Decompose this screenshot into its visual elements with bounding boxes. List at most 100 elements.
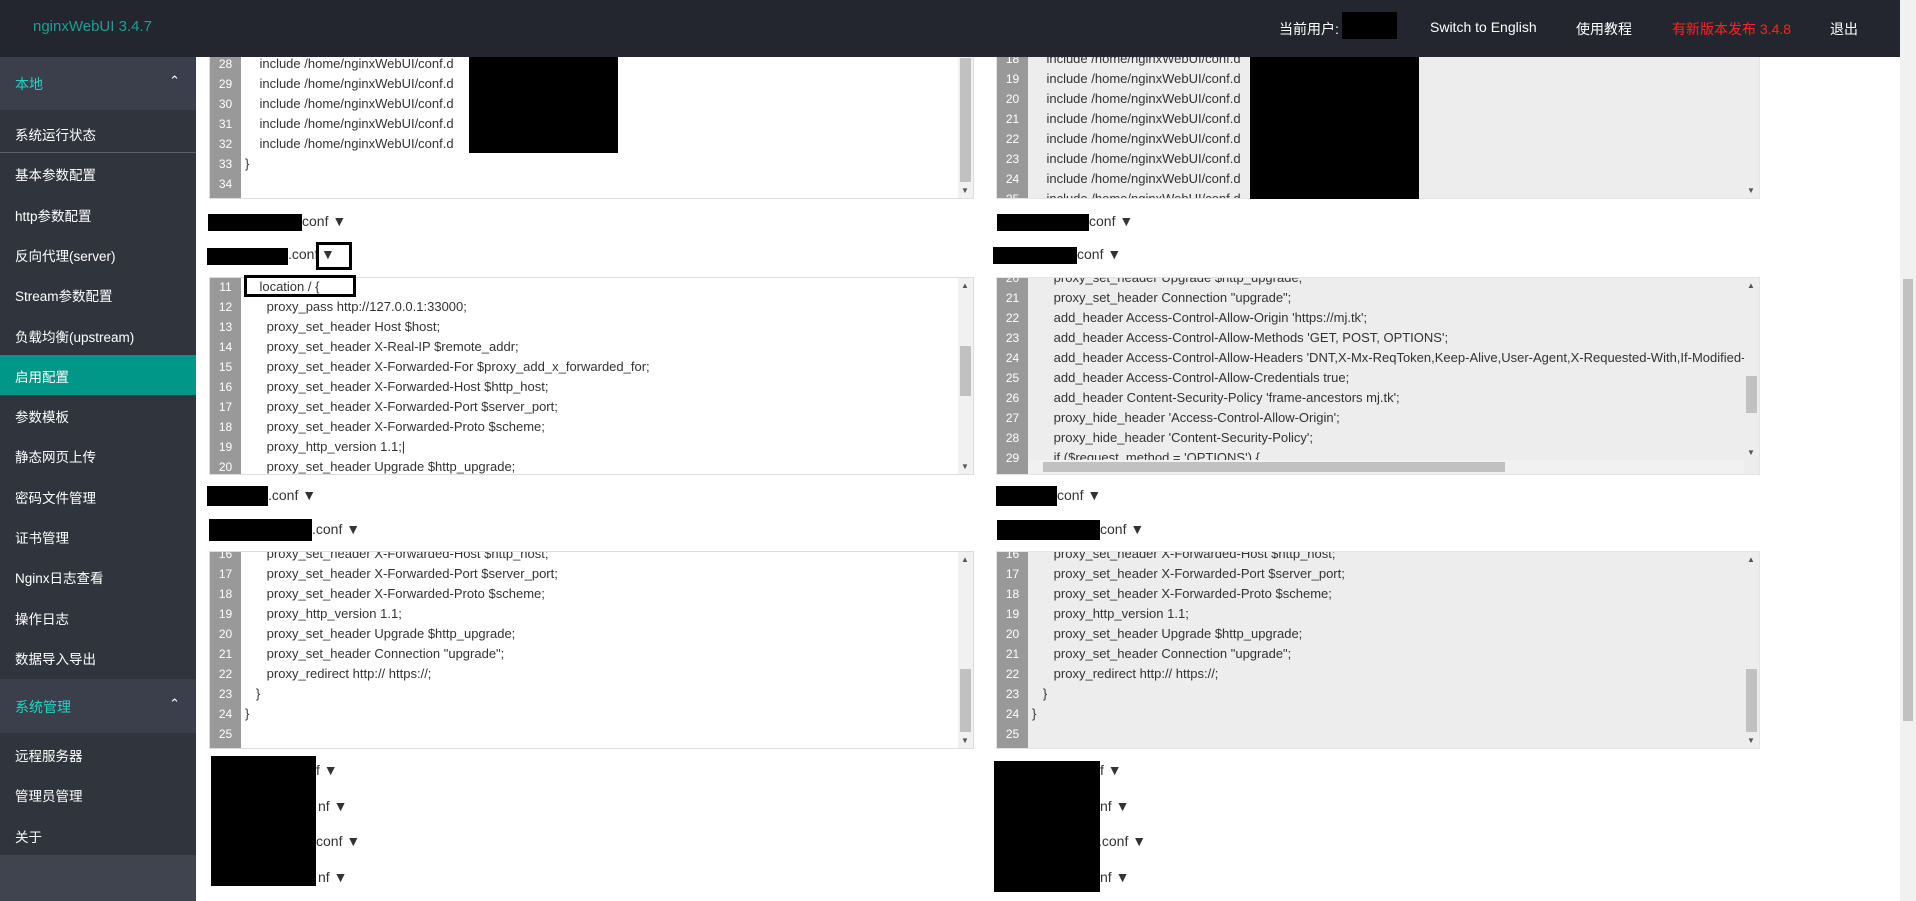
editor-vertical-scrollbar[interactable]: ▲▼ [1744, 552, 1759, 748]
sidebar-item[interactable]: http参数配置 [0, 194, 196, 234]
sidebar-item[interactable]: 数据导入导出 [0, 637, 196, 677]
scroll-up-arrow-icon[interactable]: ▲ [1747, 555, 1755, 564]
page-scrollbar-thumb[interactable] [1903, 279, 1913, 721]
code-line[interactable]: 16 proxy_set_header X-Forwarded-Host $ht… [210, 377, 973, 397]
code-line[interactable]: 24 add_header Access-Control-Allow-Heade… [997, 348, 1759, 368]
config-editor[interactable]: 11 location / {12 proxy_pass http://127.… [209, 277, 974, 475]
config-file-toggle[interactable]: nf ▼ [1100, 798, 1129, 814]
editor-scrollbar-thumb[interactable] [960, 58, 971, 182]
code-line[interactable]: 19 proxy_http_version 1.1;| [210, 437, 973, 457]
code-line[interactable]: 22 proxy_redirect http:// https://; [210, 664, 973, 684]
config-file-toggle[interactable]: nf ▼ [1100, 869, 1129, 885]
config-file-toggle[interactable]: conf ▼ [1057, 487, 1101, 503]
config-file-toggle[interactable]: f ▼ [1100, 762, 1122, 778]
sidebar-item[interactable]: 证书管理 [0, 516, 196, 556]
config-editor[interactable]: 16 proxy_set_header X-Forwarded-Host $ht… [209, 551, 974, 749]
config-editor[interactable]: 16 proxy_set_header X-Forwarded-Host $ht… [996, 551, 1760, 749]
scroll-down-arrow-icon[interactable]: ▼ [961, 186, 969, 195]
sidebar-item[interactable]: 管理员管理 [0, 774, 196, 814]
editor-scrollbar-thumb[interactable] [960, 669, 971, 732]
sidebar-group-system[interactable]: 系统管理 ⌃ [0, 679, 196, 733]
scroll-down-arrow-icon[interactable]: ▼ [1747, 736, 1755, 745]
scroll-down-arrow-icon[interactable]: ▼ [1747, 448, 1755, 457]
code-line[interactable]: 24} [210, 704, 973, 724]
logout-link[interactable]: 退出 [1830, 19, 1858, 39]
code-line[interactable]: 12 proxy_pass http://127.0.0.1:33000; [210, 297, 973, 317]
editor-scrollbar-thumb[interactable] [960, 346, 971, 396]
code-line[interactable]: 34 [210, 174, 973, 194]
config-file-toggle[interactable]: .conf [288, 246, 318, 262]
code-line[interactable]: 17 proxy_set_header X-Forwarded-Port $se… [210, 564, 973, 584]
code-line[interactable]: 16 proxy_set_header X-Forwarded-Host $ht… [210, 552, 973, 564]
page-scrollbar[interactable] [1900, 0, 1916, 901]
config-file-toggle[interactable]: .conf ▼ [312, 521, 360, 537]
code-line[interactable]: 19 proxy_http_version 1.1; [997, 604, 1759, 624]
code-line[interactable]: 27 proxy_hide_header 'Access-Control-All… [997, 408, 1759, 428]
editor-vertical-scrollbar[interactable]: ▲▼ [958, 278, 973, 474]
editor-hscroll-thumb[interactable] [1043, 462, 1505, 472]
scroll-up-arrow-icon[interactable]: ▲ [961, 555, 969, 564]
code-line[interactable]: 13 proxy_set_header Host $host; [210, 317, 973, 337]
config-file-toggle[interactable]: conf ▼ [1100, 521, 1144, 537]
code-line[interactable]: 21 proxy_set_header Connection "upgrade"… [997, 288, 1759, 308]
editor-horizontal-scrollbar[interactable] [1028, 460, 1744, 474]
code-line[interactable]: 20 proxy_set_header Upgrade $http_upgrad… [210, 457, 973, 474]
scroll-down-arrow-icon[interactable]: ▼ [961, 736, 969, 745]
code-line[interactable]: 17 proxy_set_header X-Forwarded-Port $se… [997, 564, 1759, 584]
sidebar-item[interactable]: 操作日志 [0, 597, 196, 637]
code-line[interactable]: 25 add_header Access-Control-Allow-Crede… [997, 368, 1759, 388]
code-line[interactable]: 18 proxy_set_header X-Forwarded-Proto $s… [997, 584, 1759, 604]
sidebar-item[interactable]: 远程服务器 [0, 734, 196, 774]
sidebar-item[interactable]: 静态网页上传 [0, 435, 196, 475]
sidebar-item[interactable]: 基本参数配置 [0, 153, 196, 193]
scroll-up-arrow-icon[interactable]: ▲ [961, 281, 969, 290]
code-line[interactable]: 22 proxy_redirect http:// https://; [997, 664, 1759, 684]
code-line[interactable]: 18 proxy_set_header X-Forwarded-Proto $s… [210, 417, 973, 437]
switch-language-link[interactable]: Switch to English [1430, 19, 1537, 35]
editor-scrollbar-thumb[interactable] [1746, 376, 1757, 413]
new-version-link[interactable]: 有新版本发布 3.4.8 [1672, 19, 1791, 39]
config-file-toggle[interactable]: .conf ▼ [1098, 833, 1146, 849]
sidebar-item[interactable]: Stream参数配置 [0, 274, 196, 314]
editor-scrollbar-thumb[interactable] [1746, 669, 1757, 732]
code-line[interactable]: 20 proxy_set_header Upgrade $http_upgrad… [997, 624, 1759, 644]
editor-vertical-scrollbar[interactable]: ▲▼ [958, 552, 973, 748]
sidebar-item[interactable]: 系统运行状态 [0, 113, 196, 153]
code-line[interactable]: 24} [997, 704, 1759, 724]
scroll-up-arrow-icon[interactable]: ▲ [1747, 281, 1755, 290]
sidebar-item[interactable]: 反向代理(server) [0, 234, 196, 274]
config-file-toggle[interactable]: nf ▼ [318, 798, 347, 814]
code-line[interactable]: 15 proxy_set_header X-Forwarded-For $pro… [210, 357, 973, 377]
code-line[interactable]: 21 proxy_set_header Connection "upgrade"… [997, 644, 1759, 664]
sidebar-item[interactable]: 参数模板 [0, 395, 196, 435]
config-file-toggle[interactable]: conf ▼ [1077, 246, 1121, 262]
code-line[interactable]: 23 } [210, 684, 973, 704]
code-line[interactable]: 14 proxy_set_header X-Real-IP $remote_ad… [210, 337, 973, 357]
code-line[interactable]: 28 proxy_hide_header 'Content-Security-P… [997, 428, 1759, 448]
code-line[interactable]: 26 add_header Content-Security-Policy 'f… [997, 388, 1759, 408]
scroll-down-arrow-icon[interactable]: ▼ [961, 462, 969, 471]
code-line[interactable]: 17 proxy_set_header X-Forwarded-Port $se… [210, 397, 973, 417]
code-line[interactable]: 33} [210, 154, 973, 174]
sidebar-item[interactable]: 密码文件管理 [0, 476, 196, 516]
code-line[interactable]: 20 proxy_set_header Upgrade $http_upgrad… [997, 278, 1759, 288]
config-file-toggle[interactable]: conf ▼ [1089, 213, 1133, 229]
code-line[interactable]: 23 } [997, 684, 1759, 704]
config-editor[interactable]: 20 proxy_set_header Upgrade $http_upgrad… [996, 277, 1760, 475]
config-file-toggle[interactable]: .conf ▼ [268, 487, 316, 503]
config-file-toggle[interactable]: f ▼ [316, 762, 338, 778]
code-line[interactable]: 20 proxy_set_header Upgrade $http_upgrad… [210, 624, 973, 644]
sidebar-item[interactable]: Nginx日志查看 [0, 556, 196, 596]
code-line[interactable]: 21 proxy_set_header Connection "upgrade"… [210, 644, 973, 664]
app-logo[interactable]: nginxWebUI 3.4.7 [33, 18, 152, 35]
sidebar-item[interactable]: 负载均衡(upstream) [0, 315, 196, 355]
code-line[interactable]: 22 add_header Access-Control-Allow-Origi… [997, 308, 1759, 328]
scroll-down-arrow-icon[interactable]: ▼ [1747, 186, 1755, 195]
code-line[interactable]: 25 [210, 724, 973, 744]
code-line[interactable]: 25 [997, 724, 1759, 744]
sidebar-group-local[interactable]: 本地 ⌃ [0, 57, 196, 110]
tutorial-link[interactable]: 使用教程 [1576, 19, 1632, 39]
config-file-toggle[interactable]: nf ▼ [318, 869, 347, 885]
code-line[interactable]: 19 proxy_http_version 1.1; [210, 604, 973, 624]
code-line[interactable]: 23 add_header Access-Control-Allow-Metho… [997, 328, 1759, 348]
